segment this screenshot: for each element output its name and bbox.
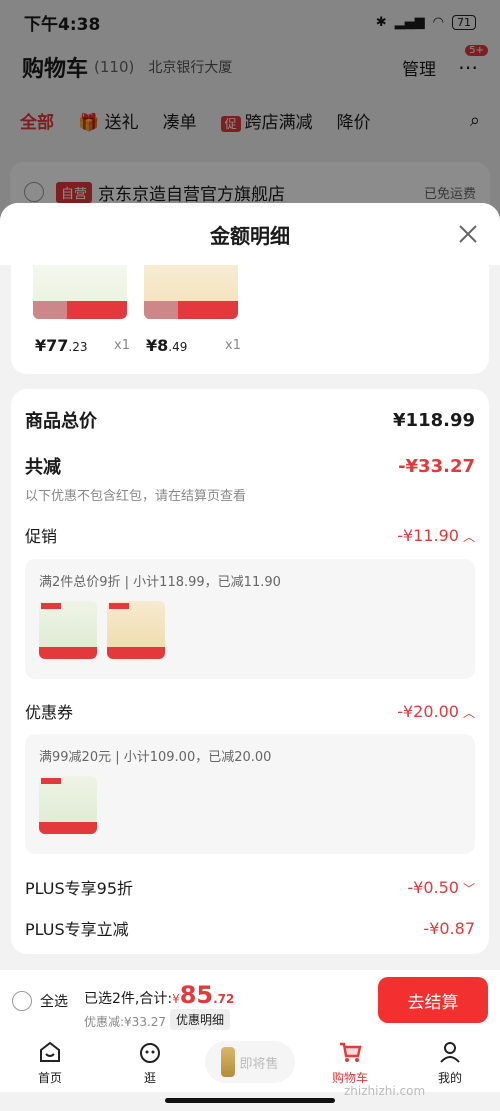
coupon-row[interactable]: 优惠券 -¥20.00 ︿ <box>25 699 475 723</box>
chevron-up-icon: ︿ <box>462 529 475 544</box>
total-value: ¥118.99 <box>393 409 475 431</box>
discount-note: 以下优惠不包含红包，请在结算页查看 <box>25 489 247 504</box>
discount-label: 共减 <box>25 457 61 478</box>
watermark: zhizhizhi.com <box>344 1084 426 1098</box>
plus-off-row: PLUS专享立减 -¥0.87 <box>25 916 475 940</box>
plus-off-label: PLUS专享立减 <box>25 920 129 939</box>
home-indicator <box>165 1098 335 1103</box>
nav-cart-label: 购物车 <box>331 1070 368 1085</box>
promo-label: 促销 <box>25 527 58 546</box>
product-qty: x1 <box>225 338 241 353</box>
cart-icon <box>340 1042 362 1062</box>
discount-row: 共减 -¥33.27 <box>25 453 475 479</box>
plus95-value: -¥0.50 ﹀ <box>407 877 475 897</box>
close-icon[interactable] <box>454 220 482 248</box>
total-row: 商品总价 ¥118.99 <box>25 407 475 433</box>
saved-amount: 优惠减:¥33.27 <box>84 1015 167 1029</box>
product-price: ¥8.49 <box>146 336 188 355</box>
promo-product-image[interactable] <box>107 601 165 659</box>
product-image[interactable] <box>33 265 127 319</box>
promo-product-image[interactable] <box>39 601 97 659</box>
product-qty: x1 <box>114 338 130 353</box>
product-list: ¥77.23 x1 ¥8.49 x1 <box>11 265 489 374</box>
nav-browse-label: 逛 <box>143 1070 156 1085</box>
profile-icon <box>440 1041 460 1063</box>
coupon-text: 满99减20元 | 小计109.00，已减20.00 <box>39 750 272 765</box>
browse-icon <box>140 1042 160 1063</box>
coupon-value: -¥20.00 ︿ <box>397 701 475 721</box>
product-image[interactable] <box>144 265 238 319</box>
selected-total: 已选2件,合计:¥85.72 <box>84 981 235 1009</box>
select-all-label[interactable]: 全选 <box>40 991 68 1011</box>
price-breakdown: 商品总价 ¥118.99 共减 -¥33.27 以下优惠不包含红包，请在结算页查… <box>11 389 489 954</box>
select-all-radio[interactable] <box>12 991 32 1011</box>
checkout-button[interactable]: 去结算 <box>378 977 488 1023</box>
chevron-down-icon: ﹀ <box>462 881 475 896</box>
plus95-label: PLUS专享95折 <box>25 879 133 898</box>
nav-home[interactable]: 首页 <box>0 1032 100 1092</box>
promo-row[interactable]: 促销 -¥11.90 ︿ <box>25 523 475 547</box>
sheet-header: 金额明细 <box>0 203 500 265</box>
total-label: 商品总价 <box>25 411 97 432</box>
amount-detail-sheet: 金额明细 ¥77.23 x1 ¥8.49 x1 商品总价 ¥118.99 共减 … <box>0 203 500 970</box>
promo-value: -¥11.90 ︿ <box>397 525 475 545</box>
coupon-detail-box: 满99减20元 | 小计109.00，已减20.00 <box>25 734 475 854</box>
preorder-pill: 即将售 <box>205 1041 295 1083</box>
discount-detail-button[interactable]: 优惠明细 <box>170 1009 231 1030</box>
discount-value: -¥33.27 <box>398 455 475 477</box>
promo-detail-box: 满2件总价9折 | 小计118.99，已减11.90 <box>25 559 475 679</box>
bottom-nav: 首页 逛 即将售 购物车 我的 <box>0 1032 500 1092</box>
chevron-up-icon: ︿ <box>462 705 475 720</box>
nav-cart[interactable]: 购物车 <box>300 1032 400 1092</box>
coupon-label: 优惠券 <box>25 703 74 722</box>
nav-preorder-label: 即将售 <box>239 1056 279 1072</box>
promo-text: 满2件总价9折 | 小计118.99，已减11.90 <box>39 575 281 590</box>
product-price: ¥77.23 <box>35 336 88 355</box>
nav-mine[interactable]: 我的 <box>400 1032 500 1092</box>
plus95-row[interactable]: PLUS专享95折 -¥0.50 ﹀ <box>25 875 475 899</box>
plus-off-value: -¥0.87 <box>423 918 475 938</box>
product-bottle-icon <box>221 1047 236 1077</box>
nav-preorder[interactable]: 即将售 <box>200 1032 300 1092</box>
nav-mine-label: 我的 <box>437 1070 462 1085</box>
coupon-product-image[interactable] <box>39 776 97 834</box>
nav-home-label: 首页 <box>37 1070 62 1085</box>
nav-browse[interactable]: 逛 <box>100 1032 200 1092</box>
home-icon <box>40 1041 60 1062</box>
sheet-title: 金额明细 <box>210 223 290 248</box>
total-summary: 已选2件,合计:¥85.72 优惠减:¥33.27 优惠明细 <box>84 975 364 1030</box>
